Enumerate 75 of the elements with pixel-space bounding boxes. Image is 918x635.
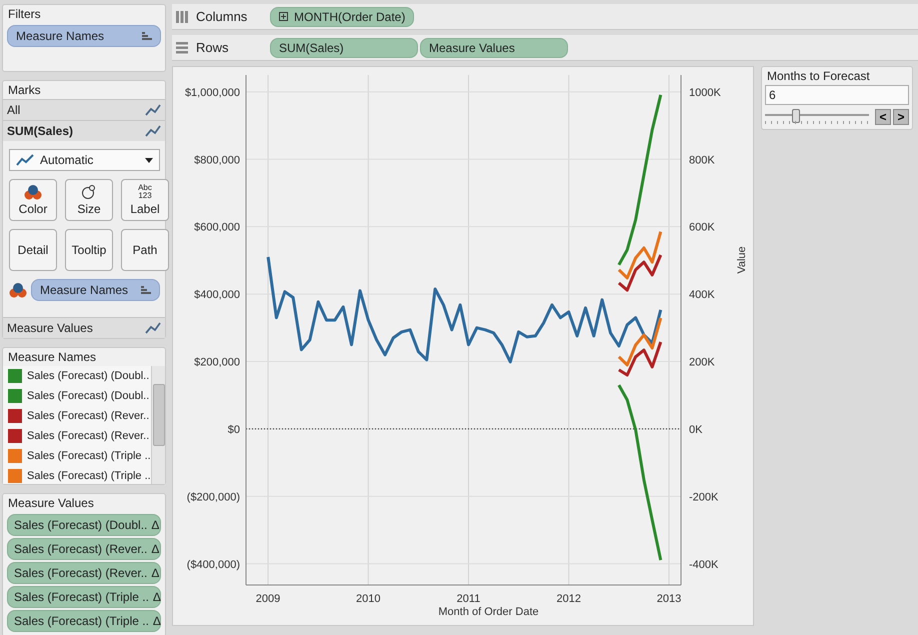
color-icon — [24, 184, 42, 200]
scrollbar[interactable] — [151, 366, 165, 484]
line-chart-icon — [145, 125, 161, 137]
axis-label: 400K — [689, 289, 715, 302]
measure-pill[interactable]: Sales (Forecast) (Rever.. Δ — [7, 562, 161, 584]
axis-label: $400,000 — [194, 289, 240, 302]
color-icon — [9, 282, 27, 298]
shelf-pill[interactable]: Measure Values — [420, 38, 568, 58]
panel-title: Measure Values — [7, 495, 95, 512]
mark-property-button[interactable]: Abc 123 Label — [121, 179, 169, 221]
axis-label: 2010 — [356, 593, 381, 605]
mark-property-button[interactable]: Path — [121, 229, 169, 271]
caret-icon — [145, 158, 153, 162]
legend-label[interactable]: Sales (Forecast) (Doubl.. — [27, 370, 150, 382]
axis-title: Month of Order Date — [438, 606, 539, 618]
sort-icon — [142, 32, 152, 40]
sort-icon — [141, 286, 151, 294]
measure-pill[interactable]: Sales (Forecast) (Rever.. Δ — [7, 538, 161, 560]
previous-button[interactable]: < — [875, 109, 891, 125]
axis-label: $1,000,000 — [184, 86, 240, 99]
legend-label[interactable]: Sales (Forecast) (Rever.. — [27, 410, 150, 422]
shelf-label: Rows — [196, 40, 229, 55]
axis-label: $200,000 — [194, 356, 240, 369]
slider[interactable] — [765, 109, 869, 125]
axis-label: 2013 — [656, 593, 682, 605]
legend-label[interactable]: Sales (Forecast) (Rever.. — [27, 430, 150, 442]
axis-label: $0 — [228, 424, 240, 436]
parameter-title: Months to Forecast — [766, 68, 871, 85]
measure-pill[interactable]: Sales (Forecast) (Doubl.. Δ — [7, 514, 161, 536]
marks-layer-tab[interactable]: All — [3, 99, 165, 120]
label-icon: Abc 123 — [138, 184, 152, 200]
axis-label: 600K — [689, 222, 715, 234]
axis-label: -400K — [689, 558, 718, 571]
panel-title: Filters — [7, 6, 42, 23]
axis-label: 0K — [689, 424, 702, 436]
mark-property-button[interactable]: Tooltip — [65, 229, 113, 271]
legend-label[interactable]: Sales (Forecast) (Triple .. — [27, 450, 151, 462]
shelf-pill[interactable]: SUM(Sales) — [270, 38, 418, 58]
marks-layer-tab[interactable]: SUM(Sales) — [3, 120, 165, 141]
measure-pill[interactable]: Sales (Forecast) (Triple .. Δ — [7, 610, 161, 632]
axis-label: 2011 — [456, 593, 480, 605]
parameter-input-field[interactable]: 6 — [765, 85, 909, 105]
mark-property-button[interactable]: Size — [65, 179, 113, 221]
axis-label: -200K — [689, 491, 718, 504]
next-button[interactable]: > — [893, 109, 909, 125]
axis-label: 2009 — [256, 593, 280, 605]
axis-label: 1000K — [689, 86, 721, 99]
line-chart-icon — [145, 104, 161, 116]
axis-label: 800K — [689, 154, 715, 166]
filter-pill[interactable]: Measure Names — [7, 25, 161, 47]
columns-icon — [176, 10, 188, 22]
legend-label[interactable]: Sales (Forecast) (Triple .. — [27, 470, 151, 482]
mark-type-dropdown[interactable]: Automatic — [9, 149, 160, 171]
slider-thumb[interactable] — [792, 109, 800, 123]
size-icon — [81, 184, 97, 200]
mark-property-button[interactable]: Color — [9, 179, 57, 221]
shelf-pill[interactable]: MONTH(Order Date) — [270, 6, 414, 26]
mark-property-button[interactable]: Detail — [9, 229, 57, 271]
marks-layer-tab[interactable]: Measure Values — [3, 317, 165, 338]
legend-label[interactable]: Sales (Forecast) (Doubl.. — [27, 390, 150, 402]
line-chart-icon — [16, 154, 34, 166]
measure-pill[interactable]: Sales (Forecast) (Triple .. Δ — [7, 586, 161, 608]
line-chart-icon — [145, 322, 161, 334]
axis-label: ($400,000) — [186, 558, 240, 571]
axis-label: $600,000 — [194, 222, 240, 234]
axis-label: 200K — [689, 356, 715, 369]
axis-label: ($200,000) — [186, 491, 240, 504]
color-pill[interactable]: Measure Names — [31, 279, 160, 301]
axis-label: $800,000 — [194, 154, 240, 166]
shelf-label: Columns — [196, 9, 248, 24]
rows-icon — [176, 42, 188, 54]
panel-title: Marks — [7, 82, 42, 99]
panel-title: Measure Names — [7, 349, 98, 366]
axis-title: Value — [736, 246, 748, 274]
axis-label: 2012 — [556, 593, 581, 605]
